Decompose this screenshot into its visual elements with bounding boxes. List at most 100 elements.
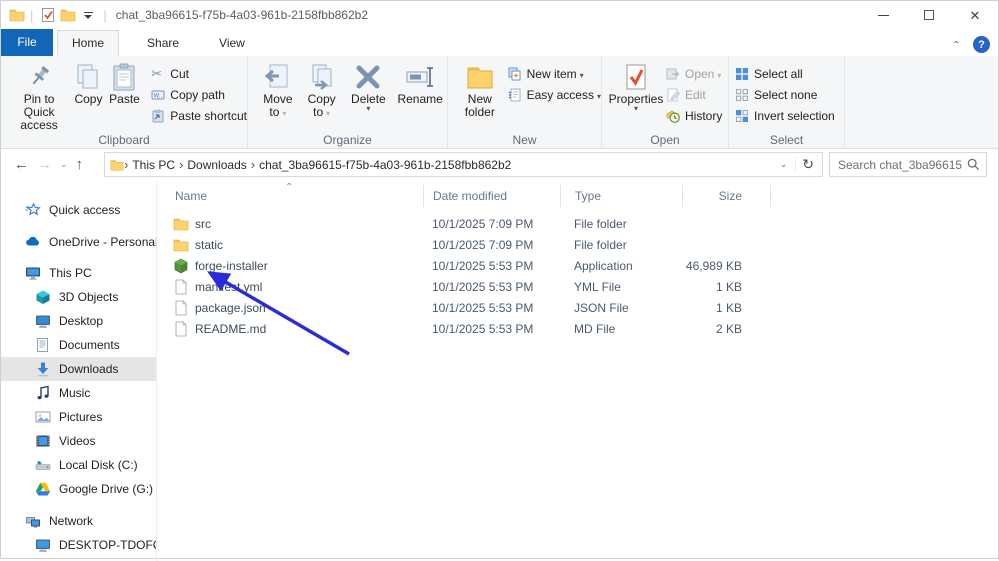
- paste-button[interactable]: Paste: [106, 56, 144, 106]
- back-button[interactable]: ←: [11, 156, 32, 173]
- computer-icon: [35, 537, 51, 553]
- column-header-size[interactable]: Size: [682, 185, 770, 207]
- tab-share[interactable]: Share: [133, 31, 193, 56]
- navigation-pane: Quick access OneDrive - Personal This PC…: [1, 180, 157, 561]
- maximize-button[interactable]: [906, 1, 952, 29]
- history-button[interactable]: History: [666, 105, 722, 126]
- hard-drive-icon: [35, 457, 51, 473]
- breadcrumb[interactable]: This PC Downloads chat_3ba96615-f75b-4a0…: [104, 152, 823, 177]
- file-list-pane: ⌃ Name Date modified Type Size src 10/1/…: [157, 180, 998, 561]
- delete-button[interactable]: Delete ▾: [344, 56, 394, 112]
- qat-properties-button[interactable]: [38, 4, 58, 26]
- sidebar-item-music[interactable]: Music: [1, 381, 156, 405]
- film-icon: [35, 433, 51, 449]
- qat-folder-button[interactable]: [58, 4, 78, 26]
- ribbon-group-clipboard: Pin to Quick access Copy Paste ✂ Cut W..: [1, 56, 248, 148]
- select-none-icon: [735, 88, 749, 102]
- file-icon: [173, 279, 189, 295]
- minimize-button[interactable]: [860, 1, 906, 29]
- tab-home[interactable]: Home: [57, 30, 119, 56]
- google-drive-icon: [35, 481, 51, 497]
- network-icon: [25, 513, 41, 529]
- pin-to-quick-access-button[interactable]: Pin to Quick access: [7, 56, 71, 132]
- file-row-src[interactable]: src 10/1/2025 7:09 PM File folder: [157, 213, 998, 234]
- copy-path-button[interactable]: W.. Copy path: [151, 84, 247, 105]
- sidebar-item-documents[interactable]: Documents: [1, 333, 156, 357]
- sidebar-item-google-drive-g[interactable]: Google Drive (G:): [1, 477, 156, 501]
- new-item-icon: [508, 67, 522, 81]
- search-box[interactable]: [829, 152, 987, 177]
- address-dropdown-icon[interactable]: ⌄: [772, 159, 796, 170]
- qat-customize-button[interactable]: [78, 4, 98, 26]
- sidebar-item-downloads[interactable]: Downloads: [1, 357, 156, 381]
- sidebar-item-this-pc[interactable]: This PC: [1, 261, 156, 285]
- new-item-button[interactable]: New item: [508, 63, 601, 84]
- forge-installer-app-icon: [173, 258, 189, 274]
- up-button[interactable]: ↑: [73, 156, 87, 173]
- open-button[interactable]: Open: [666, 63, 722, 84]
- select-none-button[interactable]: Select none: [735, 84, 835, 105]
- music-note-icon: [35, 385, 51, 401]
- copy-path-icon: W..: [151, 88, 165, 102]
- breadcrumb-downloads[interactable]: Downloads: [183, 158, 250, 172]
- invert-selection-icon: [735, 109, 749, 123]
- edit-button[interactable]: Edit: [666, 84, 722, 105]
- sidebar-item-3d-objects[interactable]: 3D Objects: [1, 285, 156, 309]
- sidebar-item-pictures[interactable]: Pictures: [1, 405, 156, 429]
- refresh-icon[interactable]: ↻: [795, 156, 820, 173]
- address-bar-row: ← → ⌄ ↑ This PC Downloads chat_3ba96615-…: [1, 149, 998, 180]
- collapse-ribbon-icon[interactable]: ⌃: [952, 39, 961, 49]
- file-rows: src 10/1/2025 7:09 PM File folder static…: [157, 213, 998, 339]
- chevron-down-icon: [80, 12, 96, 19]
- close-button[interactable]: ✕: [952, 1, 998, 29]
- column-header-type[interactable]: Type: [560, 185, 682, 207]
- chevron-down-icon: ▾: [634, 106, 638, 112]
- cube-icon: [35, 289, 51, 305]
- picture-icon: [35, 409, 51, 425]
- move-to-button[interactable]: Move to: [256, 56, 300, 120]
- paste-shortcut-button[interactable]: Paste shortcut: [151, 105, 247, 126]
- forward-button[interactable]: →: [34, 156, 55, 173]
- file-row-readme-md[interactable]: README.md 10/1/2025 5:53 PM MD File 2 KB: [157, 318, 998, 339]
- sidebar-item-quick-access[interactable]: Quick access: [1, 198, 156, 222]
- cut-button[interactable]: ✂ Cut: [151, 63, 247, 84]
- tab-file[interactable]: File: [1, 29, 53, 56]
- file-row-static[interactable]: static 10/1/2025 7:09 PM File folder: [157, 234, 998, 255]
- sidebar-item-local-disk-c[interactable]: Local Disk (C:): [1, 453, 156, 477]
- sidebar-item-desktop-tdofcaa[interactable]: DESKTOP-TDOFCAA: [1, 533, 156, 557]
- new-folder-icon: [466, 61, 494, 93]
- help-button[interactable]: ?: [973, 36, 990, 53]
- breadcrumb-current-folder[interactable]: chat_3ba96615-f75b-4a03-961b-2158fbb862b…: [255, 158, 515, 172]
- properties-button[interactable]: Properties ▾: [606, 56, 666, 112]
- chevron-down-icon: ▾: [366, 106, 370, 112]
- sidebar-item-videos[interactable]: Videos: [1, 429, 156, 453]
- tab-view[interactable]: View: [205, 31, 259, 56]
- sidebar-item-network[interactable]: Network: [1, 509, 156, 533]
- rename-button[interactable]: Rename: [393, 56, 447, 106]
- divider: |: [103, 8, 106, 23]
- download-arrow-icon: [35, 361, 51, 377]
- select-all-button[interactable]: Select all: [735, 63, 835, 84]
- open-icon: [666, 67, 680, 81]
- file-icon: [173, 321, 189, 337]
- column-header-date-modified[interactable]: Date modified: [423, 185, 560, 207]
- copy-to-button[interactable]: Copy to: [300, 56, 344, 120]
- folder-icon: [173, 237, 189, 253]
- column-headers: ⌃ Name Date modified Type Size: [157, 185, 998, 207]
- easy-access-button[interactable]: Easy access: [508, 84, 601, 105]
- copy-to-icon: [309, 61, 335, 93]
- invert-selection-button[interactable]: Invert selection: [735, 105, 835, 126]
- file-row-forge-installer[interactable]: forge-installer 10/1/2025 5:53 PM Applic…: [157, 255, 998, 276]
- properties-check-icon: [40, 7, 56, 23]
- file-row-package-json[interactable]: package.json 10/1/2025 5:53 PM JSON File…: [157, 297, 998, 318]
- sidebar-item-onedrive[interactable]: OneDrive - Personal: [1, 230, 156, 254]
- recent-locations-button[interactable]: ⌄: [57, 159, 71, 170]
- search-input[interactable]: [830, 158, 967, 172]
- file-row-manifest-yml[interactable]: manifest.yml 10/1/2025 5:53 PM YML File …: [157, 276, 998, 297]
- new-folder-button[interactable]: New folder: [458, 56, 502, 119]
- breadcrumb-this-pc[interactable]: This PC: [128, 158, 179, 172]
- properties-icon: [624, 61, 648, 93]
- copy-button[interactable]: Copy: [71, 56, 105, 106]
- delete-x-icon: [355, 61, 381, 93]
- sidebar-item-desktop[interactable]: Desktop: [1, 309, 156, 333]
